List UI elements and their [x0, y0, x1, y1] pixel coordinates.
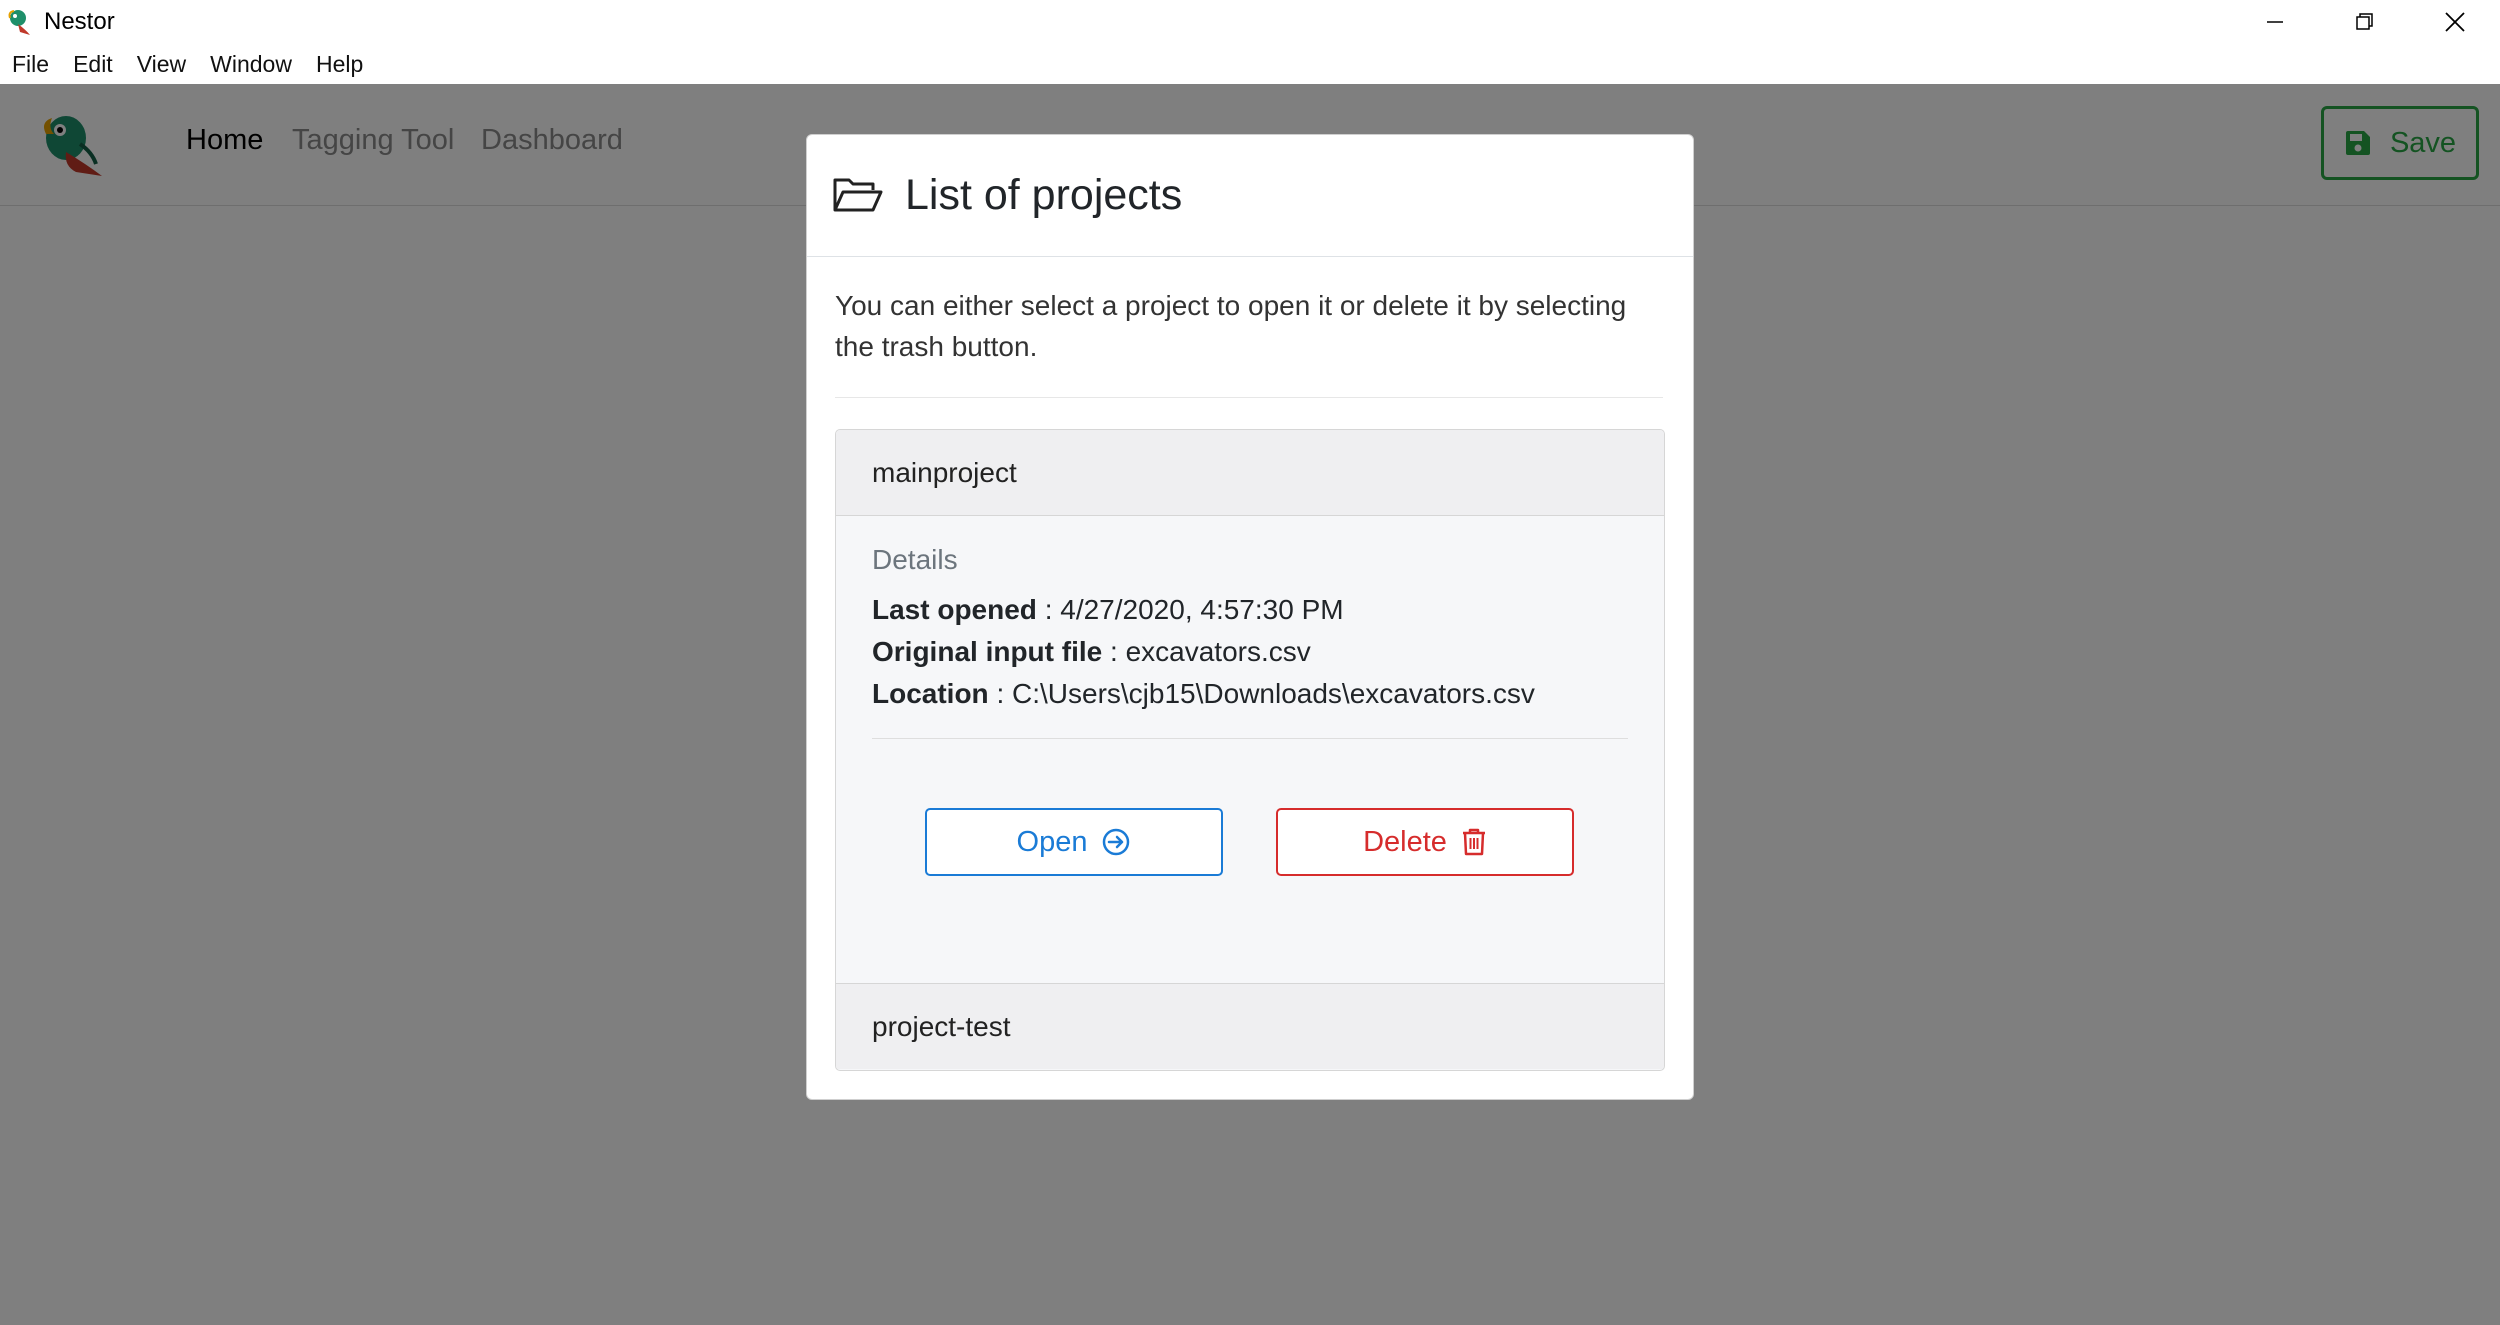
project-header-mainproject[interactable]: mainproject	[836, 430, 1664, 516]
last-opened-row: Last opened : 4/27/2020, 4:57:30 PM	[872, 594, 1344, 626]
divider	[835, 397, 1663, 398]
menu-bar: File Edit View Window Help	[0, 44, 2500, 85]
minimize-button[interactable]	[2230, 0, 2320, 44]
close-window-button[interactable]	[2410, 0, 2500, 44]
project-name: mainproject	[872, 456, 1017, 488]
delete-button-label: Delete	[1363, 825, 1447, 858]
location-label: Location	[872, 678, 989, 709]
modal-header: List of projects	[807, 135, 1693, 257]
menu-edit[interactable]: Edit	[61, 51, 125, 78]
location-value: : C:\Users\cjb15\Downloads\excavators.cs…	[988, 678, 1535, 709]
trash-icon	[1462, 828, 1485, 856]
input-file-label: Original input file	[872, 636, 1103, 667]
close-icon	[2445, 12, 2465, 32]
last-opened-label: Last opened	[872, 594, 1037, 625]
projects-modal: List of projects You can either select a…	[806, 134, 1694, 1100]
restore-button[interactable]	[2320, 0, 2410, 44]
input-file-row: Original input file : excavators.csv	[872, 636, 1311, 668]
modal-title: List of projects	[905, 171, 1183, 219]
location-row: Location : C:\Users\cjb15\Downloads\exca…	[872, 678, 1535, 710]
modal-intro-text: You can either select a project to open …	[835, 290, 1627, 362]
arrow-right-circle-icon	[1103, 828, 1130, 856]
open-button-label: Open	[1016, 825, 1088, 858]
divider	[872, 738, 1628, 739]
window-titlebar: Nestor	[0, 0, 2500, 44]
project-details-panel: Details Last opened : 4/27/2020, 4:57:30…	[836, 516, 1664, 983]
restore-icon	[2356, 13, 2373, 30]
project-name: project-test	[872, 1010, 1011, 1042]
menu-window[interactable]: Window	[198, 51, 304, 78]
window-title: Nestor	[44, 8, 115, 35]
folder-open-icon	[833, 178, 883, 211]
menu-file[interactable]: File	[0, 51, 61, 78]
menu-help[interactable]: Help	[304, 51, 375, 78]
menu-view[interactable]: View	[125, 51, 198, 78]
projects-accordion: mainproject Details Last opened : 4/27/2…	[835, 429, 1665, 1071]
open-project-button[interactable]: Open	[925, 808, 1223, 876]
last-opened-value: : 4/27/2020, 4:57:30 PM	[1036, 594, 1344, 625]
project-header-project-test[interactable]: project-test	[836, 983, 1664, 1069]
window-controls	[2230, 0, 2500, 44]
delete-project-button[interactable]: Delete	[1276, 808, 1574, 876]
app-logo-icon	[8, 10, 30, 35]
minimize-icon	[2267, 21, 2283, 23]
details-heading: Details	[872, 544, 958, 575]
input-file-value: : excavators.csv	[1102, 636, 1311, 667]
